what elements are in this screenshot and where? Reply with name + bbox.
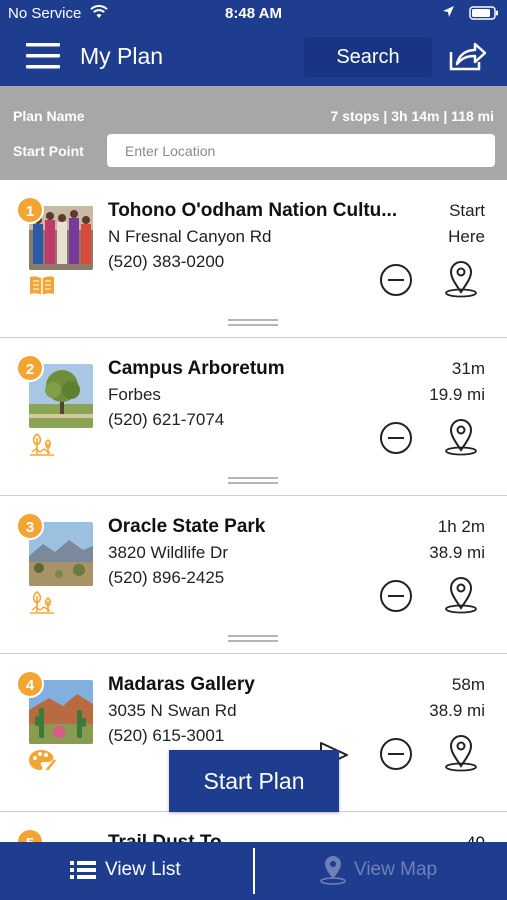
remove-stop-icon[interactable] [379, 263, 413, 302]
stop-distance: 38.9 mi [429, 543, 485, 562]
stop-drive-time: 58m [451, 675, 485, 694]
tab-view-list[interactable]: View List [0, 842, 253, 900]
book-icon [28, 274, 56, 301]
start-plan-button[interactable]: Start Plan [169, 750, 339, 812]
stops-list: 1 Tohono O'odham Nation Cultu... N Fresn… [0, 180, 507, 842]
stop-phone[interactable]: (520) 621-7074 [108, 410, 224, 430]
stop-drive-time: 40 [466, 833, 485, 842]
list-icon [70, 859, 96, 886]
stop-card[interactable]: 2 Campus Arboretum Forbes (520) 621-7074… [0, 338, 507, 496]
bottom-tab-bar: View List View Map [0, 842, 507, 900]
stop-distance: 19.9 mi [429, 385, 485, 404]
drag-handle[interactable] [228, 319, 278, 327]
stop-number-badge: 3 [16, 512, 44, 540]
map-pin-icon[interactable] [442, 576, 480, 619]
stop-distance: Here [448, 227, 485, 246]
stop-name[interactable]: Oracle State Park [108, 516, 426, 538]
map-pin-icon[interactable] [442, 734, 480, 777]
stop-drive-time: 1h 2m [437, 517, 485, 536]
stop-drive-time: Start [449, 201, 485, 220]
stop-address: Forbes [108, 385, 161, 404]
start-location-input[interactable] [107, 134, 495, 167]
tab-label: View Map [354, 859, 438, 880]
stop-phone[interactable]: (520) 383-0200 [108, 252, 224, 272]
stop-name[interactable]: Campus Arboretum [108, 358, 426, 380]
stop-distance: 38.9 mi [429, 701, 485, 720]
status-bar: No Service 8:48 AM [0, 0, 507, 28]
plan-info-panel: Plan Name 7 stops | 3h 14m | 118 mi Star… [0, 86, 507, 180]
header-bar: My Plan Search [0, 28, 507, 86]
nature-icon [28, 432, 56, 463]
stop-drive-time: 31m [451, 359, 485, 378]
tab-view-map[interactable]: View Map [255, 842, 507, 900]
drag-handle[interactable] [228, 477, 278, 485]
stop-address: N Fresnal Canyon Rd [108, 227, 272, 246]
remove-stop-icon[interactable] [379, 421, 413, 460]
stop-name[interactable]: Tohono O'odham Nation Cultu... [108, 200, 426, 222]
stop-name[interactable]: Madaras Gallery [108, 674, 426, 696]
stop-name[interactable]: Trail Dust To [108, 832, 222, 842]
remove-stop-icon[interactable] [379, 579, 413, 618]
search-button[interactable]: Search [304, 37, 432, 77]
hamburger-menu-icon[interactable] [26, 42, 60, 75]
map-pin-icon[interactable] [442, 418, 480, 461]
stop-card[interactable]: 5 Trail Dust To 40 [0, 812, 507, 842]
stop-phone[interactable]: (520) 615-3001 [108, 726, 224, 746]
nature-icon [28, 590, 56, 621]
palette-icon [28, 748, 56, 777]
stop-number-badge: 5 [16, 828, 44, 842]
share-icon[interactable] [447, 40, 487, 77]
start-point-label: Start Point [13, 143, 84, 159]
map-pin-icon [319, 855, 347, 890]
stop-phone[interactable]: (520) 896-2425 [108, 568, 224, 588]
drag-handle[interactable] [228, 635, 278, 643]
plan-summary: 7 stops | 3h 14m | 118 mi [330, 108, 494, 124]
location-arrow-icon [442, 5, 455, 22]
remove-stop-icon[interactable] [379, 737, 413, 776]
stop-number-badge: 4 [16, 670, 44, 698]
stop-card[interactable]: 3 Oracle State Park 3820 Wildlife Dr (52… [0, 496, 507, 654]
plan-name-label: Plan Name [13, 108, 85, 124]
battery-icon [469, 6, 499, 24]
stop-number-badge: 2 [16, 354, 44, 382]
stop-address: 3820 Wildlife Dr [108, 543, 228, 562]
map-pin-icon[interactable] [442, 260, 480, 303]
clock: 8:48 AM [225, 5, 282, 22]
tab-label: View List [105, 859, 181, 880]
stop-number-badge: 1 [16, 196, 44, 224]
stop-address: 3035 N Swan Rd [108, 701, 237, 720]
stop-card[interactable]: 1 Tohono O'odham Nation Cultu... N Fresn… [0, 180, 507, 338]
page-title: My Plan [80, 43, 164, 69]
